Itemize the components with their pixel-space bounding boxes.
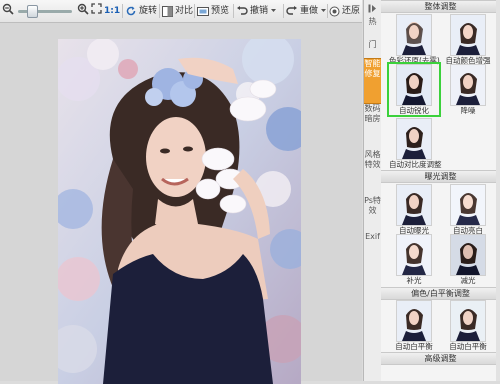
thumbnail-image xyxy=(450,14,486,56)
effect-auto-white-balance-1[interactable]: 自动白平衡 xyxy=(389,300,439,351)
restore-icon xyxy=(329,6,340,16)
section-exposure-adjust-header[interactable]: 曝光调整 xyxy=(381,170,500,183)
thumb-label: 补光 xyxy=(406,276,422,285)
zoom-in-icon[interactable] xyxy=(77,3,89,19)
preview-icon xyxy=(197,6,209,16)
compare-label: 对比 xyxy=(175,6,194,16)
undo-button[interactable]: 撤销 xyxy=(236,3,277,19)
thumbnail-image xyxy=(396,300,432,342)
effect-denoise[interactable]: 降噪 xyxy=(443,64,493,115)
redo-button[interactable]: 重做 xyxy=(286,3,327,19)
section-color-cast-header[interactable]: 偏色/白平衡调整 xyxy=(381,287,500,300)
thumb-label: 降噪 xyxy=(460,106,476,115)
tab-smart-repair[interactable]: 智能修复 xyxy=(364,58,381,104)
restore-label: 还原 xyxy=(342,6,361,16)
redo-icon xyxy=(286,6,297,15)
effects-panel: 整体调整 色彩还原(去雾) 自动颜色增强 自动锐化 降噪 自动对比度调整 曝光调… xyxy=(381,0,500,381)
image-canvas[interactable] xyxy=(0,23,362,384)
thumbnail-image xyxy=(450,64,486,106)
portrait-photo-image xyxy=(58,39,301,384)
section-overall-adjust-header[interactable]: 整体调整 xyxy=(381,0,500,13)
thumbnail-image xyxy=(450,184,486,226)
effect-auto-contrast[interactable]: 自动对比度调整 xyxy=(389,118,442,169)
rotate-label: 旋转 xyxy=(139,6,158,16)
editor-toolbar: 1:1 旋转 对比 预览 撤销 重做 还原 xyxy=(0,0,362,23)
tab-door[interactable]: 门 xyxy=(364,40,381,54)
fit-screen-icon[interactable] xyxy=(91,3,102,19)
undo-label: 撤销 xyxy=(250,6,269,16)
rotate-button[interactable]: 旋转 xyxy=(125,3,157,19)
tab-ps-effects[interactable]: Ps特效 xyxy=(364,196,381,230)
effect-auto-exposure[interactable]: 自动曝光 xyxy=(389,184,439,235)
effect-auto-white-balance-2[interactable]: 自动白平衡 xyxy=(443,300,493,351)
section-advanced-adjust-header[interactable]: 高级调整 xyxy=(381,352,500,365)
effect-auto-color-enhance[interactable]: 自动颜色增强 xyxy=(443,14,493,65)
edited-photo xyxy=(58,39,301,384)
thumb-label: 减光 xyxy=(460,276,476,285)
collapse-panel-icon[interactable] xyxy=(368,4,377,16)
thumb-label: 自动对比度调整 xyxy=(389,160,442,169)
rotate-icon xyxy=(126,6,136,16)
thumbnail-image xyxy=(396,184,432,226)
thumb-label: 自动白平衡 xyxy=(449,342,487,351)
redo-dropdown-chevron-down-icon[interactable] xyxy=(320,8,327,14)
redo-label: 重做 xyxy=(300,6,319,16)
actual-size-button[interactable]: 1:1 xyxy=(104,3,120,19)
effect-auto-brighten[interactable]: 自动亮白 xyxy=(443,184,493,235)
effect-fill-light[interactable]: 补光 xyxy=(389,234,439,285)
thumbnail-image xyxy=(450,234,486,276)
thumbnail-image xyxy=(396,14,432,56)
tab-exif[interactable]: Exif xyxy=(364,232,381,266)
thumb-label: 自动白平衡 xyxy=(395,342,433,351)
category-tabs: 热 门 智能修复 数码暗房 风格特效 Ps特效 Exif xyxy=(363,0,382,381)
effect-auto-sharpen[interactable]: 自动锐化 xyxy=(387,62,441,117)
tab-style-effects[interactable]: 风格特效 xyxy=(364,150,381,194)
undo-dropdown-chevron-down-icon[interactable] xyxy=(270,8,277,14)
tab-hot[interactable]: 热 xyxy=(364,17,381,31)
compare-icon xyxy=(162,5,173,17)
thumb-label: 自动锐化 xyxy=(399,106,429,115)
zoom-slider-handle[interactable] xyxy=(26,5,38,18)
thumbnail-image xyxy=(450,300,486,342)
preview-label: 预览 xyxy=(211,6,230,16)
thumbnail-image xyxy=(396,234,432,276)
zoom-out-icon[interactable] xyxy=(2,3,14,19)
compare-button[interactable]: 对比 xyxy=(162,3,193,19)
effect-reduce-light[interactable]: 减光 xyxy=(443,234,493,285)
preview-button[interactable]: 预览 xyxy=(197,3,229,19)
effect-color-restore[interactable]: 色彩还原(去雾) xyxy=(389,14,440,65)
undo-icon xyxy=(237,6,248,15)
thumbnail-image xyxy=(396,64,432,106)
tab-digital-darkroom[interactable]: 数码暗房 xyxy=(364,104,381,148)
panel-scrollbar[interactable] xyxy=(496,0,500,381)
restore-button[interactable]: 还原 xyxy=(329,3,360,19)
thumbnail-image xyxy=(396,118,432,160)
